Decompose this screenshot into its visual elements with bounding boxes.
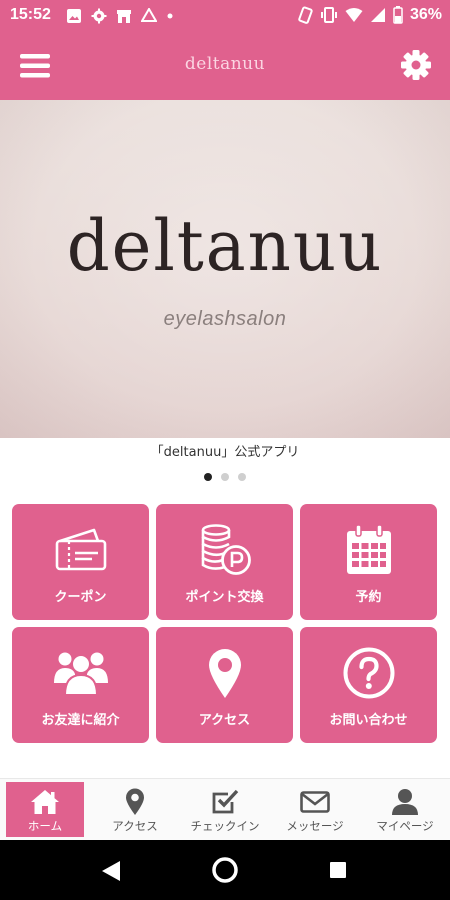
tile-label: クーポン	[54, 590, 107, 605]
refer-friend-tile[interactable]: お友達に紹介	[12, 627, 149, 743]
friends-icon	[53, 652, 108, 696]
wifi-icon	[345, 8, 363, 22]
app-title: deltanuu	[184, 54, 266, 74]
dot-notification-icon	[167, 13, 173, 19]
battery-percent: 36%	[409, 6, 442, 23]
system-nav-bar	[0, 840, 450, 900]
checkbox-icon	[212, 789, 239, 814]
carousel-dot[interactable]	[221, 473, 229, 481]
point-exchange-tile[interactable]: ポイント交換	[156, 504, 293, 620]
store-notification-icon	[117, 10, 131, 23]
tile-label: アクセス	[198, 713, 251, 728]
nav-label: ホーム	[27, 819, 63, 833]
tile-label: 予約	[355, 590, 382, 605]
rotate-icon	[298, 6, 313, 24]
envelope-icon	[300, 791, 330, 813]
tile-label: お問い合わせ	[329, 713, 408, 728]
nav-label: メッセージ	[286, 819, 344, 833]
menu-grid: クーポン ポイント交換 予約 お友達に紹介 アクセス お問い合わせ	[12, 504, 438, 743]
status-time: 15:52	[10, 6, 51, 23]
location-pin-icon	[126, 788, 144, 815]
carousel-dot[interactable]	[204, 473, 212, 481]
nav-label: アクセス	[112, 819, 158, 833]
home-circle-icon[interactable]	[211, 856, 239, 884]
banner-logo: deltanuu	[66, 205, 384, 287]
nav-message[interactable]: メッセージ	[270, 779, 360, 841]
hero-banner[interactable]: deltanuu eyelashsalon	[0, 100, 450, 438]
system-status-icons: 36%	[297, 6, 442, 24]
nav-label: チェックイン	[190, 819, 260, 833]
settings-button[interactable]	[400, 49, 432, 81]
user-icon	[392, 789, 418, 815]
recent-apps-icon[interactable]	[329, 861, 347, 879]
battery-icon	[393, 6, 403, 24]
notification-icons	[66, 8, 174, 24]
coins-icon	[201, 524, 251, 575]
cell-signal-icon	[370, 8, 385, 22]
access-tile[interactable]: アクセス	[156, 627, 293, 743]
nav-access[interactable]: アクセス	[90, 779, 180, 841]
ticket-icon	[55, 528, 106, 571]
carousel-indicator[interactable]	[0, 473, 450, 481]
carousel-dot[interactable]	[238, 473, 246, 481]
status-bar: 15:52 36%	[0, 0, 450, 32]
drive-notification-icon	[141, 8, 157, 22]
banner-subtitle: eyelashsalon	[163, 308, 287, 330]
home-icon	[31, 790, 59, 814]
calendar-icon	[346, 524, 391, 574]
tile-label: お友達に紹介	[41, 713, 120, 728]
reservation-tile[interactable]: 予約	[300, 504, 437, 620]
nav-home[interactable]: ホーム	[0, 779, 90, 841]
bottom-nav: ホーム アクセス チェックイン メッセージ マイページ	[0, 778, 450, 840]
nav-mypage[interactable]: マイページ	[360, 779, 450, 841]
nav-label: マイページ	[376, 819, 434, 833]
app-header: deltanuu	[0, 32, 450, 100]
contact-tile[interactable]: お問い合わせ	[300, 627, 437, 743]
gear-icon	[401, 50, 431, 80]
image-notification-icon	[67, 9, 81, 23]
question-icon	[343, 647, 394, 699]
back-icon[interactable]	[101, 860, 121, 882]
coupon-tile[interactable]: クーポン	[12, 504, 149, 620]
banner-caption: 「deltanuu」公式アプリ	[150, 445, 300, 460]
location-pin-icon	[208, 649, 241, 698]
gear-notification-icon	[91, 8, 107, 24]
nav-checkin[interactable]: チェックイン	[180, 779, 270, 841]
tile-label: ポイント交換	[185, 590, 264, 605]
vibrate-icon	[320, 7, 337, 23]
